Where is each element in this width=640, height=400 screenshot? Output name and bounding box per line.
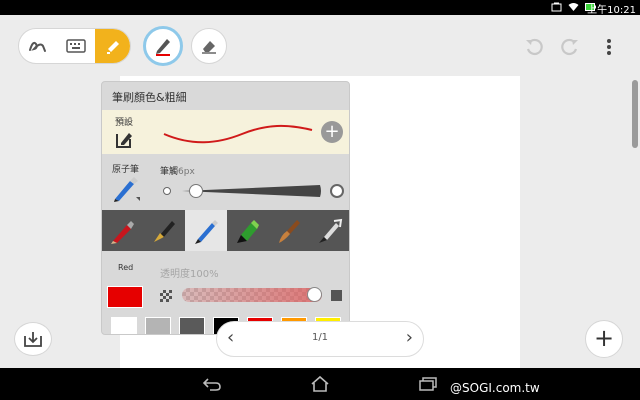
page-navigator: ‹ 1/1 › (216, 321, 424, 357)
color-swatch-dark-gray[interactable] (179, 317, 205, 334)
pen-type-fountain-pen[interactable] (144, 210, 186, 251)
highlighter-icon (107, 41, 119, 54)
brush-icon (278, 219, 300, 243)
import-icon (24, 332, 42, 347)
fountain-pen-icon (154, 220, 176, 242)
redo-icon (561, 38, 578, 56)
back-button[interactable] (200, 373, 224, 395)
watermark: @SOGI.com.tw (450, 381, 540, 395)
eraser-button[interactable] (191, 28, 227, 64)
pencil-icon (110, 220, 134, 244)
color-name-label: Red (118, 263, 134, 272)
pen-type-row (102, 210, 350, 251)
eraser-icon (202, 41, 216, 54)
opacity-slider[interactable] (182, 288, 322, 302)
pen-type-calligraphy[interactable] (310, 210, 350, 251)
home-icon (311, 375, 329, 392)
status-time: 上午10:21 (587, 5, 636, 16)
handwriting-icon (29, 41, 46, 52)
pen-type-marker[interactable] (227, 210, 269, 251)
preset-stroke-preview (163, 124, 313, 144)
add-preset-button[interactable]: + (321, 121, 343, 143)
stroke-size-slider[interactable] (182, 185, 322, 197)
status-bar: 上午10:21 (0, 0, 640, 16)
home-button[interactable] (308, 373, 332, 395)
undo-button[interactable] (522, 35, 546, 59)
vertical-scrollbar[interactable] (632, 80, 638, 148)
more-vert-icon (607, 39, 611, 55)
size-max-icon (330, 184, 344, 198)
import-button[interactable] (14, 322, 52, 356)
system-nav-bar (0, 368, 640, 400)
add-page-button[interactable]: + (585, 320, 623, 358)
calligraphy-pen-icon (319, 218, 343, 243)
ballpoint-pen-icon (194, 219, 218, 244)
next-page-button[interactable]: › (406, 327, 413, 348)
transparency-icon (160, 290, 172, 302)
size-min-icon (163, 187, 171, 195)
preset-label: 預設 (115, 118, 134, 128)
redo-button[interactable] (558, 35, 582, 59)
current-color-swatch[interactable] (107, 286, 143, 308)
pen-type-pencil[interactable] (102, 210, 144, 251)
recents-icon (419, 377, 437, 391)
marker-icon (237, 219, 260, 243)
highlighter-mode-button[interactable] (95, 29, 130, 63)
screenshot-icon (551, 2, 562, 12)
stroke-size-title: 筆觸 (160, 167, 179, 177)
opacity-knob[interactable] (307, 287, 322, 302)
stroke-size-value: 6px (178, 167, 195, 177)
undo-icon (526, 38, 543, 56)
stroke-size-label: 筆觸6px (160, 164, 195, 177)
preset-row[interactable]: 預設 + (102, 110, 349, 154)
opacity-label: 透明度100% (160, 269, 219, 280)
current-pen-icon[interactable] (112, 175, 142, 203)
pen-type-brush[interactable] (268, 210, 310, 251)
pen-icon (156, 39, 170, 56)
pen-button[interactable] (143, 26, 183, 66)
stroke-size-knob[interactable] (189, 184, 203, 198)
keyboard-icon (66, 39, 86, 53)
handwriting-mode-button[interactable] (19, 29, 57, 63)
wifi-icon (568, 3, 579, 11)
recents-button[interactable] (416, 373, 440, 395)
opaque-icon (331, 290, 342, 301)
color-swatch-white[interactable] (111, 317, 137, 334)
input-mode-toolgroup (18, 28, 131, 64)
preset-pen-icon (116, 133, 132, 148)
color-swatch-light-gray[interactable] (145, 317, 171, 334)
back-icon (202, 378, 221, 391)
pen-type-ballpoint[interactable] (185, 210, 227, 251)
panel-title: 筆刷顏色&粗細 (112, 91, 187, 104)
pen-name-label: 原子筆 (112, 165, 140, 175)
pen-settings-panel: 筆刷顏色&粗細 預設 + 原子筆 筆觸6px Red 透明度100% (101, 81, 350, 335)
keyboard-mode-button[interactable] (57, 29, 95, 63)
page-counter: 1/1 (311, 332, 329, 343)
overflow-menu-button[interactable] (600, 35, 618, 59)
